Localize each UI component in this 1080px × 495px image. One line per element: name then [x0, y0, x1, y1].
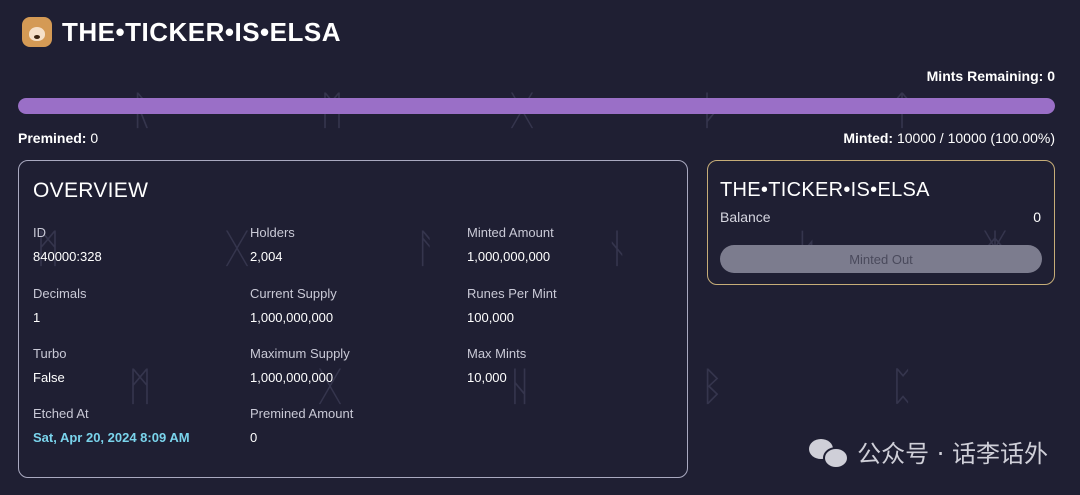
- field-value: 100,000: [467, 310, 514, 325]
- mint-progress-bar: [18, 98, 1055, 114]
- field-premined-amount: Premined Amount 0: [250, 406, 460, 445]
- mints-remaining-value: 0: [1047, 68, 1055, 84]
- page-header: THE•TICKER•IS•ELSA: [22, 14, 341, 50]
- mints-remaining: Mints Remaining: 0: [927, 68, 1055, 84]
- field-max-mints: Max Mints 10,000: [467, 346, 677, 385]
- minted-value: 10000 / 10000 (100.00%): [896, 130, 1055, 146]
- field-value: 1,000,000,000: [250, 310, 334, 325]
- watermark: 公众号 · 话李话外: [809, 434, 1048, 469]
- mint-progress-fill: [18, 98, 1055, 114]
- minted-out-button[interactable]: Minted Out: [720, 245, 1042, 273]
- field-holders: Holders 2,004: [250, 225, 460, 264]
- balance-value: 0: [1033, 209, 1041, 225]
- mints-remaining-label: Mints Remaining:: [926, 68, 1044, 84]
- field-maximum-supply: Maximum Supply 1,000,000,000: [250, 346, 460, 385]
- field-label: Decimals: [33, 286, 87, 301]
- balance-card-title: THE•TICKER•IS•ELSA: [720, 179, 930, 201]
- minted-stat: Minted: 10000 / 10000 (100.00%): [843, 130, 1055, 146]
- premined-stat: Premined: 0: [18, 130, 98, 146]
- field-runes-per-mint: Runes Per Mint 100,000: [467, 286, 677, 325]
- premined-label: Premined:: [18, 130, 87, 146]
- wechat-icon: [809, 437, 850, 469]
- field-decimals: Decimals 1: [33, 286, 243, 325]
- field-label: Max Mints: [467, 346, 527, 361]
- background-rune: ᛈ: [890, 364, 914, 410]
- etched-at-date: Sat, Apr 20, 2024 8:09 AM: [33, 430, 190, 445]
- balance-card: THE•TICKER•IS•ELSA Balance 0 Minted Out: [707, 160, 1055, 285]
- field-label: Etched At: [33, 406, 89, 421]
- field-value: 1: [33, 310, 41, 325]
- background-rune: ᛒ: [700, 364, 724, 410]
- watermark-text: 公众号 · 话李话外: [857, 440, 1048, 468]
- field-turbo: Turbo False: [33, 346, 243, 385]
- dog-token-icon: [22, 17, 52, 47]
- balance-label: Balance: [720, 209, 771, 225]
- overview-card: OVERVIEW ID 840000:328 Holders 2,004 Min…: [18, 160, 688, 478]
- field-label: Turbo: [33, 346, 67, 361]
- field-value: 1,000,000,000: [250, 370, 334, 385]
- field-value: False: [33, 370, 65, 385]
- field-value: 2,004: [250, 249, 283, 264]
- field-label: Maximum Supply: [250, 346, 350, 361]
- minted-label: Minted:: [843, 130, 894, 146]
- field-id: ID 840000:328: [33, 225, 243, 264]
- field-etched-at: Etched At Sat, Apr 20, 2024 8:09 AM: [33, 406, 243, 445]
- overview-title: OVERVIEW: [33, 179, 149, 202]
- field-label: Current Supply: [250, 286, 337, 301]
- field-label: Minted Amount: [467, 225, 554, 240]
- field-minted-amount: Minted Amount 1,000,000,000: [467, 225, 677, 264]
- premined-value: 0: [90, 130, 99, 146]
- field-value: 10,000: [467, 370, 507, 385]
- field-label: Runes Per Mint: [467, 286, 557, 301]
- field-label: ID: [33, 225, 46, 240]
- field-value: 840000:328: [33, 249, 102, 264]
- page-title: THE•TICKER•IS•ELSA: [62, 16, 341, 47]
- field-value: 1,000,000,000: [467, 249, 551, 264]
- field-current-supply: Current Supply 1,000,000,000: [250, 286, 460, 325]
- field-value: 0: [250, 430, 258, 445]
- field-label: Holders: [250, 225, 295, 240]
- field-label: Premined Amount: [250, 406, 354, 421]
